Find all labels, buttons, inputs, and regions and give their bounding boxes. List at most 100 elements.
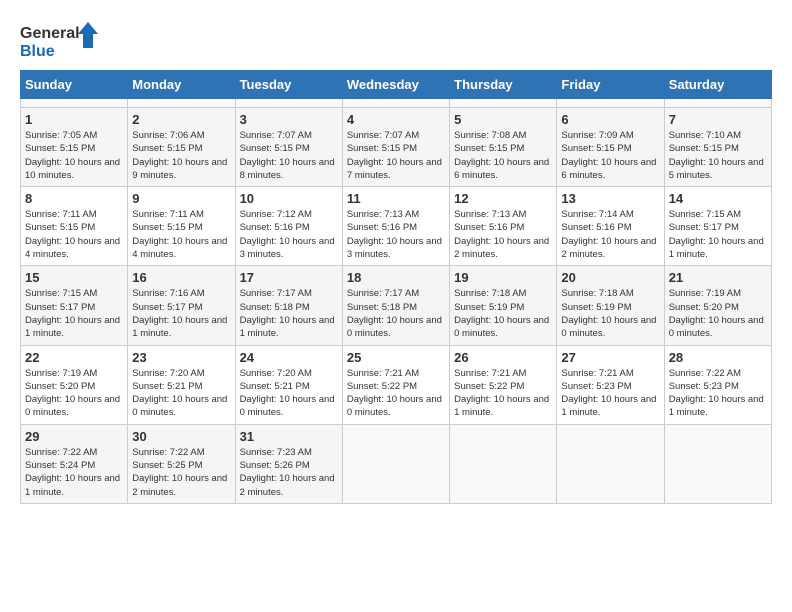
calendar-cell: 6 Sunrise: 7:09 AMSunset: 5:15 PMDaylight…	[557, 108, 664, 187]
day-detail: Sunrise: 7:23 AMSunset: 5:26 PMDaylight:…	[240, 446, 338, 499]
calendar-cell	[235, 99, 342, 108]
day-detail: Sunrise: 7:18 AMSunset: 5:19 PMDaylight:…	[454, 287, 552, 340]
day-number: 21	[669, 270, 767, 285]
day-detail: Sunrise: 7:21 AMSunset: 5:23 PMDaylight:…	[561, 367, 659, 420]
calendar-cell	[664, 424, 771, 503]
day-detail: Sunrise: 7:17 AMSunset: 5:18 PMDaylight:…	[240, 287, 338, 340]
calendar-cell: 1 Sunrise: 7:05 AMSunset: 5:15 PMDaylight…	[21, 108, 128, 187]
day-number: 2	[132, 112, 230, 127]
day-number: 24	[240, 350, 338, 365]
day-number: 18	[347, 270, 445, 285]
day-number: 29	[25, 429, 123, 444]
calendar-week-3: 15 Sunrise: 7:15 AMSunset: 5:17 PMDayligh…	[21, 266, 772, 345]
calendar-cell: 20 Sunrise: 7:18 AMSunset: 5:19 PMDayligh…	[557, 266, 664, 345]
day-detail: Sunrise: 7:12 AMSunset: 5:16 PMDaylight:…	[240, 208, 338, 261]
day-number: 28	[669, 350, 767, 365]
day-header-saturday: Saturday	[664, 71, 771, 99]
days-header-row: SundayMondayTuesdayWednesdayThursdayFrid…	[21, 71, 772, 99]
day-detail: Sunrise: 7:07 AMSunset: 5:15 PMDaylight:…	[347, 129, 445, 182]
day-detail: Sunrise: 7:13 AMSunset: 5:16 PMDaylight:…	[454, 208, 552, 261]
svg-text:General: General	[20, 25, 80, 42]
day-number: 26	[454, 350, 552, 365]
day-number: 11	[347, 191, 445, 206]
calendar-cell: 5 Sunrise: 7:08 AMSunset: 5:15 PMDaylight…	[450, 108, 557, 187]
calendar-cell: 9Sunrise: 7:11 AMSunset: 5:15 PMDaylight…	[128, 187, 235, 266]
day-number: 6	[561, 112, 659, 127]
day-header-tuesday: Tuesday	[235, 71, 342, 99]
day-number: 16	[132, 270, 230, 285]
day-number: 20	[561, 270, 659, 285]
day-number: 25	[347, 350, 445, 365]
day-detail: Sunrise: 7:05 AMSunset: 5:15 PMDaylight:…	[25, 129, 123, 182]
day-number: 31	[240, 429, 338, 444]
day-detail: Sunrise: 7:14 AMSunset: 5:16 PMDaylight:…	[561, 208, 659, 261]
day-number: 5	[454, 112, 552, 127]
calendar-cell: 2Sunrise: 7:06 AMSunset: 5:15 PMDaylight…	[128, 108, 235, 187]
calendar-cell: 21 Sunrise: 7:19 AMSunset: 5:20 PMDayligh…	[664, 266, 771, 345]
day-header-wednesday: Wednesday	[342, 71, 449, 99]
page-header: GeneralBlue	[20, 20, 772, 60]
svg-text:Blue: Blue	[20, 43, 55, 60]
calendar-cell	[557, 99, 664, 108]
day-number: 19	[454, 270, 552, 285]
calendar-cell	[128, 99, 235, 108]
calendar-cell: 18 Sunrise: 7:17 AMSunset: 5:18 PMDayligh…	[342, 266, 449, 345]
day-detail: Sunrise: 7:15 AMSunset: 5:17 PMDaylight:…	[669, 208, 767, 261]
calendar-cell: 28Sunrise: 7:22 AMSunset: 5:23 PMDayligh…	[664, 345, 771, 424]
day-detail: Sunrise: 7:20 AMSunset: 5:21 PMDaylight:…	[240, 367, 338, 420]
day-header-friday: Friday	[557, 71, 664, 99]
day-number: 15	[25, 270, 123, 285]
day-detail: Sunrise: 7:17 AMSunset: 5:18 PMDaylight:…	[347, 287, 445, 340]
calendar-week-0	[21, 99, 772, 108]
calendar-cell: 24 Sunrise: 7:20 AMSunset: 5:21 PMDayligh…	[235, 345, 342, 424]
calendar-cell	[342, 99, 449, 108]
day-detail: Sunrise: 7:19 AMSunset: 5:20 PMDaylight:…	[669, 287, 767, 340]
day-header-monday: Monday	[128, 71, 235, 99]
calendar-week-5: 29Sunrise: 7:22 AMSunset: 5:24 PMDayligh…	[21, 424, 772, 503]
day-detail: Sunrise: 7:22 AMSunset: 5:25 PMDaylight:…	[132, 446, 230, 499]
calendar-cell: 23Sunrise: 7:20 AMSunset: 5:21 PMDayligh…	[128, 345, 235, 424]
calendar-cell: 4Sunrise: 7:07 AMSunset: 5:15 PMDaylight…	[342, 108, 449, 187]
calendar-cell: 11 Sunrise: 7:13 AMSunset: 5:16 PMDayligh…	[342, 187, 449, 266]
day-number: 9	[132, 191, 230, 206]
day-detail: Sunrise: 7:09 AMSunset: 5:15 PMDaylight:…	[561, 129, 659, 182]
calendar-table: SundayMondayTuesdayWednesdayThursdayFrid…	[20, 70, 772, 504]
calendar-cell: 15 Sunrise: 7:15 AMSunset: 5:17 PMDayligh…	[21, 266, 128, 345]
day-number: 13	[561, 191, 659, 206]
day-number: 3	[240, 112, 338, 127]
calendar-cell: 30 Sunrise: 7:22 AMSunset: 5:25 PMDayligh…	[128, 424, 235, 503]
day-detail: Sunrise: 7:13 AMSunset: 5:16 PMDaylight:…	[347, 208, 445, 261]
calendar-cell: 3 Sunrise: 7:07 AMSunset: 5:15 PMDaylight…	[235, 108, 342, 187]
day-number: 22	[25, 350, 123, 365]
day-number: 7	[669, 112, 767, 127]
day-number: 17	[240, 270, 338, 285]
calendar-cell	[557, 424, 664, 503]
day-detail: Sunrise: 7:15 AMSunset: 5:17 PMDaylight:…	[25, 287, 123, 340]
calendar-cell	[21, 99, 128, 108]
day-number: 30	[132, 429, 230, 444]
day-detail: Sunrise: 7:21 AMSunset: 5:22 PMDaylight:…	[347, 367, 445, 420]
day-number: 27	[561, 350, 659, 365]
day-detail: Sunrise: 7:08 AMSunset: 5:15 PMDaylight:…	[454, 129, 552, 182]
calendar-cell: 12Sunrise: 7:13 AMSunset: 5:16 PMDayligh…	[450, 187, 557, 266]
calendar-cell: 31 Sunrise: 7:23 AMSunset: 5:26 PMDayligh…	[235, 424, 342, 503]
calendar-cell	[342, 424, 449, 503]
day-number: 23	[132, 350, 230, 365]
day-number: 10	[240, 191, 338, 206]
calendar-cell: 27 Sunrise: 7:21 AMSunset: 5:23 PMDayligh…	[557, 345, 664, 424]
calendar-cell: 13 Sunrise: 7:14 AMSunset: 5:16 PMDayligh…	[557, 187, 664, 266]
logo: GeneralBlue	[20, 20, 100, 60]
calendar-cell	[664, 99, 771, 108]
day-header-thursday: Thursday	[450, 71, 557, 99]
day-header-sunday: Sunday	[21, 71, 128, 99]
day-detail: Sunrise: 7:21 AMSunset: 5:22 PMDaylight:…	[454, 367, 552, 420]
day-number: 1	[25, 112, 123, 127]
calendar-cell: 14Sunrise: 7:15 AMSunset: 5:17 PMDayligh…	[664, 187, 771, 266]
calendar-cell	[450, 99, 557, 108]
calendar-week-4: 22 Sunrise: 7:19 AMSunset: 5:20 PMDayligh…	[21, 345, 772, 424]
day-detail: Sunrise: 7:07 AMSunset: 5:15 PMDaylight:…	[240, 129, 338, 182]
day-detail: Sunrise: 7:19 AMSunset: 5:20 PMDaylight:…	[25, 367, 123, 420]
day-detail: Sunrise: 7:18 AMSunset: 5:19 PMDaylight:…	[561, 287, 659, 340]
calendar-cell: 29Sunrise: 7:22 AMSunset: 5:24 PMDayligh…	[21, 424, 128, 503]
calendar-cell: 19 Sunrise: 7:18 AMSunset: 5:19 PMDayligh…	[450, 266, 557, 345]
